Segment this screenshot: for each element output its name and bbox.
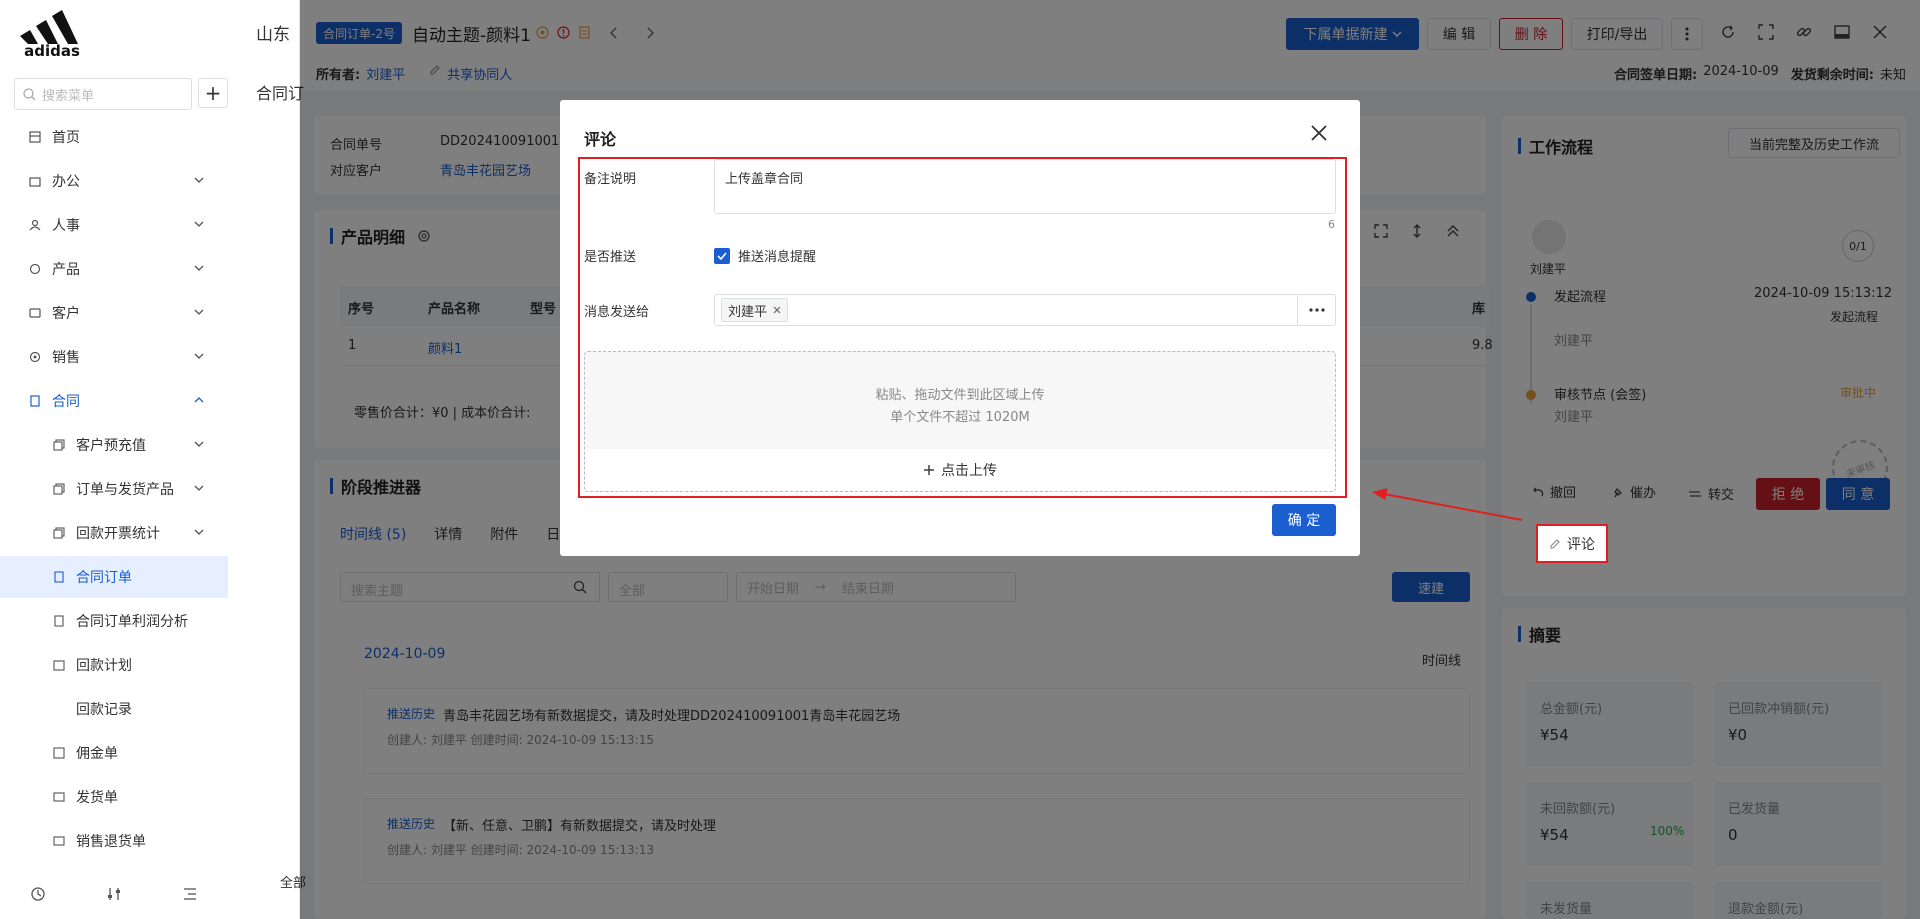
sidebar-item-label: 合同订单利润分析 [76,614,188,630]
settings-sliders-icon[interactable] [106,886,122,902]
add-menu-button[interactable]: + [198,78,228,108]
history-icon[interactable] [30,886,46,902]
breadcrumb: 合同订 [256,84,305,103]
sidebar-item-contract[interactable]: 合同 [0,380,228,422]
plus-icon [923,464,935,476]
sidebar-item-contract-orders[interactable]: 合同订单 [0,556,228,598]
person-icon [28,218,42,232]
chevron-up-icon [194,395,204,405]
svg-text:adidas: adidas [24,42,80,58]
sidebar-item-product[interactable]: 产品 [0,248,228,290]
sidebar-item-payment-invoice[interactable]: 回款开票统计 [0,512,228,554]
sidebar: adidas 搜索菜单 + 首页 办公 人事 产品 客户 销售 合同 客户预充值… [0,0,300,919]
confirm-button[interactable]: 确 定 [1272,504,1336,536]
copy-icon [52,438,66,452]
adidas-logo: adidas [14,6,90,58]
sidebar-item-label: 产品 [52,262,80,278]
sidebar-item-label: 客户预充值 [76,438,146,454]
list-icon [52,746,66,760]
chevron-down-icon [194,219,204,229]
pencil-icon [1549,538,1561,550]
close-icon[interactable] [1310,124,1328,142]
copy-icon [52,482,66,496]
copy-icon [52,526,66,540]
sidebar-item-label: 回款开票统计 [76,526,160,542]
sidebar-item-commission[interactable]: 佣金单 [0,732,228,774]
search-placeholder: 搜索菜单 [42,88,95,104]
chevron-down-icon [194,527,204,537]
remark-textarea[interactable]: 上传盖章合同 [714,159,1336,214]
sidebar-item-label: 佣金单 [76,746,118,762]
sidebar-item-label: 办公 [52,174,80,190]
push-reminder-checkbox[interactable]: 推送消息提醒 [714,246,816,265]
char-counter: 6 [1328,218,1335,231]
comment-button[interactable]: 评论 [1536,524,1608,563]
calendar-icon [52,658,66,672]
button-label: 点击上传 [941,463,997,479]
button-label: 评论 [1567,536,1595,553]
document-icon [52,614,66,628]
recipient-select[interactable]: 刘建平 [714,294,1336,326]
sidebar-item-label: 合同订单 [76,570,132,586]
sidebar-item-office[interactable]: 办公 [0,160,228,202]
dialog-title: 评论 [584,130,617,149]
annotation-arrow [1372,488,1523,521]
sidebar-item-sales-return[interactable]: 销售退货单 [0,820,228,862]
box-icon [28,262,42,276]
chevron-down-icon [194,439,204,449]
chevron-down-icon [194,175,204,185]
push-label: 是否推送 [584,250,637,265]
truck-icon [52,790,66,804]
drop-hint: 粘贴、拖动文件到此区域上传 [875,388,1045,403]
sidebar-item-hr[interactable]: 人事 [0,204,228,246]
sidebar-item-label: 客户 [52,306,80,322]
briefcase-icon [28,174,42,188]
sidebar-item-label: 合同 [52,394,80,410]
sidebar-item-label: 销售 [52,350,80,366]
sidebar-item-sales[interactable]: 销售 [0,336,228,378]
file-drop-zone[interactable]: 粘贴、拖动文件到此区域上传 单个文件不超过 1020M 点击上传 [584,351,1336,492]
chevron-down-icon [194,307,204,317]
sidebar-item-customer[interactable]: 客户 [0,292,228,334]
checkbox-checked-icon [714,247,730,264]
recipient-tag: 刘建平 [721,298,789,322]
remark-label: 备注说明 [584,172,637,187]
chevron-down-icon [194,351,204,361]
sidebar-item-payment-record[interactable]: 回款记录 [0,688,228,730]
sidebar-item-home[interactable]: 首页 [0,116,228,158]
return-icon [52,834,66,848]
sales-icon [28,350,42,364]
menu-search-input[interactable]: 搜索菜单 [14,78,192,110]
home-icon [28,130,42,144]
sidebar-item-profit-analysis[interactable]: 合同订单利润分析 [0,600,228,642]
sidebar-item-label: 人事 [52,218,80,234]
sidebar-bottom-toolbar [0,872,228,916]
sidebar-item-label: 首页 [52,130,80,146]
contract-icon [28,394,42,408]
recipient-name: 刘建平 [728,304,768,320]
sidebar-item-orders-shipping[interactable]: 订单与发货产品 [0,468,228,510]
chevron-down-icon [194,263,204,273]
sidebar-item-label: 销售退货单 [76,834,146,850]
click-upload-button[interactable]: 点击上传 [585,449,1335,491]
sidebar-item-delivery[interactable]: 发货单 [0,776,228,818]
chevron-down-icon [194,483,204,493]
sidebar-item-label: 回款计划 [76,658,132,674]
collapse-menu-icon[interactable] [182,886,198,902]
sidebar-item-payment-plan[interactable]: 回款计划 [0,644,228,686]
send-to-label: 消息发送给 [584,305,650,320]
sidebar-item-prepay[interactable]: 客户预充值 [0,424,228,466]
sidebar-item-label: 回款记录 [76,702,132,718]
sidebar-item-label: 发货单 [76,790,118,806]
document-icon [52,570,66,584]
customer-icon [28,306,42,320]
company-name: 山东 [256,25,290,45]
sidebar-item-label: 订单与发货产品 [76,482,174,498]
file-size-hint: 单个文件不超过 1020M [890,410,1030,425]
tag-close-icon[interactable] [773,306,781,314]
checkbox-label: 推送消息提醒 [738,250,817,265]
search-icon [23,87,36,101]
more-horizontal-icon[interactable] [1297,295,1335,325]
